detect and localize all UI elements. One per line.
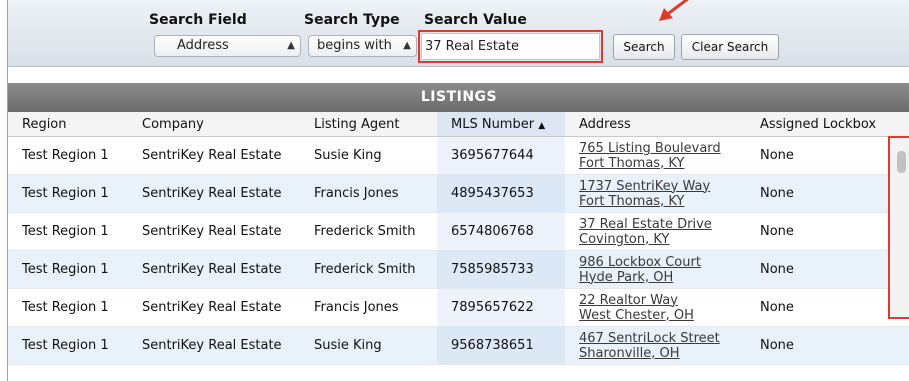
table-row[interactable]: Test Region 1 SentriKey Real Estate Susi… bbox=[8, 136, 909, 175]
cell-company: SentriKey Real Estate bbox=[128, 212, 300, 251]
address-link-street[interactable]: 22 Realtor Way bbox=[579, 293, 746, 308]
column-header-mls-number[interactable]: MLS Number ▲ bbox=[437, 112, 565, 137]
cell-address: 37 Real Estate Drive Covington, KY bbox=[565, 212, 746, 251]
cell-address: 1737 SentriKey Way Fort Thomas, KY bbox=[565, 174, 746, 213]
cell-mls: 6574806768 bbox=[437, 212, 565, 251]
cell-region: Test Region 1 bbox=[8, 212, 128, 251]
cell-lockbox: None bbox=[746, 326, 909, 365]
column-header-listing-agent[interactable]: Listing Agent bbox=[300, 112, 437, 137]
app-frame: Search Field Search Type Search Value Ad… bbox=[7, 0, 909, 381]
address-link-street[interactable]: 1737 SentriKey Way bbox=[579, 179, 746, 194]
cell-company: SentriKey Real Estate bbox=[128, 174, 300, 213]
listings-table: Region Company Listing Agent MLS Number … bbox=[8, 112, 909, 365]
search-field-label: Search Field bbox=[149, 12, 247, 28]
cell-lockbox: None bbox=[746, 288, 909, 327]
column-header-mls-label: MLS Number bbox=[451, 116, 535, 132]
table-row[interactable]: Test Region 1 SentriKey Real Estate Fran… bbox=[8, 174, 909, 213]
cell-agent: Frederick Smith bbox=[300, 250, 437, 289]
search-button[interactable]: Search bbox=[613, 34, 675, 60]
table-row[interactable]: Test Region 1 SentriKey Real Estate Fran… bbox=[8, 288, 909, 327]
address-link-street[interactable]: 37 Real Estate Drive bbox=[579, 217, 746, 232]
cell-company: SentriKey Real Estate bbox=[128, 136, 300, 175]
cell-mls: 7895657622 bbox=[437, 288, 565, 327]
address-link-street[interactable]: 986 Lockbox Court bbox=[579, 255, 746, 270]
cell-address: 22 Realtor Way West Chester, OH bbox=[565, 288, 746, 327]
column-header-assigned-lockbox[interactable]: Assigned Lockbox bbox=[746, 112, 909, 137]
search-value-label: Search Value bbox=[424, 12, 527, 28]
annotation-arrow-icon bbox=[659, 0, 689, 21]
cell-region: Test Region 1 bbox=[8, 250, 128, 289]
address-link-city[interactable]: Fort Thomas, KY bbox=[579, 156, 746, 171]
cell-lockbox: None bbox=[746, 174, 909, 213]
cell-agent: Francis Jones bbox=[300, 288, 437, 327]
cell-lockbox: None bbox=[746, 136, 909, 175]
search-type-select[interactable]: begins with ▲ bbox=[308, 35, 417, 57]
address-link-city[interactable]: West Chester, OH bbox=[579, 308, 746, 323]
select-arrows-icon: ▲ bbox=[403, 40, 411, 51]
column-header-company[interactable]: Company bbox=[128, 112, 300, 137]
cell-mls: 4895437653 bbox=[437, 174, 565, 213]
address-link-city[interactable]: Covington, KY bbox=[579, 232, 746, 247]
cell-address: 986 Lockbox Court Hyde Park, OH bbox=[565, 250, 746, 289]
table-header-row: Region Company Listing Agent MLS Number … bbox=[8, 112, 909, 137]
column-header-region[interactable]: Region bbox=[8, 112, 128, 137]
cell-mls: 9568738651 bbox=[437, 326, 565, 365]
search-bar: Search Field Search Type Search Value Ad… bbox=[8, 0, 909, 67]
address-link-city[interactable]: Sharonville, OH bbox=[579, 346, 746, 361]
table-row[interactable]: Test Region 1 SentriKey Real Estate Susi… bbox=[8, 326, 909, 365]
address-link-street[interactable]: 467 SentriLock Street bbox=[579, 331, 746, 346]
scrollbar-thumb[interactable] bbox=[897, 151, 906, 173]
cell-lockbox: None bbox=[746, 250, 909, 289]
cell-agent: Susie King bbox=[300, 136, 437, 175]
cell-address: 467 SentriLock Street Sharonville, OH bbox=[565, 326, 746, 365]
cell-company: SentriKey Real Estate bbox=[128, 326, 300, 365]
spacer bbox=[8, 67, 909, 83]
table-row[interactable]: Test Region 1 SentriKey Real Estate Fred… bbox=[8, 212, 909, 251]
table-row[interactable]: Test Region 1 SentriKey Real Estate Fred… bbox=[8, 250, 909, 289]
cell-mls: 7585985733 bbox=[437, 250, 565, 289]
cell-region: Test Region 1 bbox=[8, 326, 128, 365]
search-field-select[interactable]: Address ▲ bbox=[154, 35, 301, 57]
listings-title: LISTINGS bbox=[8, 83, 909, 112]
cell-region: Test Region 1 bbox=[8, 136, 128, 175]
cell-address: 765 Listing Boulevard Fort Thomas, KY bbox=[565, 136, 746, 175]
cell-agent: Frederick Smith bbox=[300, 212, 437, 251]
sort-ascending-icon: ▲ bbox=[538, 120, 546, 131]
select-arrows-icon: ▲ bbox=[287, 40, 295, 51]
cell-agent: Susie King bbox=[300, 326, 437, 365]
cell-region: Test Region 1 bbox=[8, 174, 128, 213]
search-type-label: Search Type bbox=[304, 12, 400, 28]
search-field-selected: Address bbox=[177, 38, 229, 53]
cell-agent: Francis Jones bbox=[300, 174, 437, 213]
cell-lockbox: None bbox=[746, 212, 909, 251]
cell-region: Test Region 1 bbox=[8, 288, 128, 327]
clear-search-button[interactable]: Clear Search bbox=[681, 34, 779, 60]
search-type-selected: begins with bbox=[317, 38, 392, 53]
cell-mls: 3695677644 bbox=[437, 136, 565, 175]
address-link-street[interactable]: 765 Listing Boulevard bbox=[579, 141, 746, 156]
cell-company: SentriKey Real Estate bbox=[128, 288, 300, 327]
address-link-city[interactable]: Hyde Park, OH bbox=[579, 270, 746, 285]
address-link-city[interactable]: Fort Thomas, KY bbox=[579, 194, 746, 209]
search-value-input[interactable]: 37 Real Estate bbox=[418, 30, 603, 63]
column-header-address[interactable]: Address bbox=[565, 112, 746, 137]
scrollbar-highlight[interactable] bbox=[888, 136, 909, 319]
cell-company: SentriKey Real Estate bbox=[128, 250, 300, 289]
